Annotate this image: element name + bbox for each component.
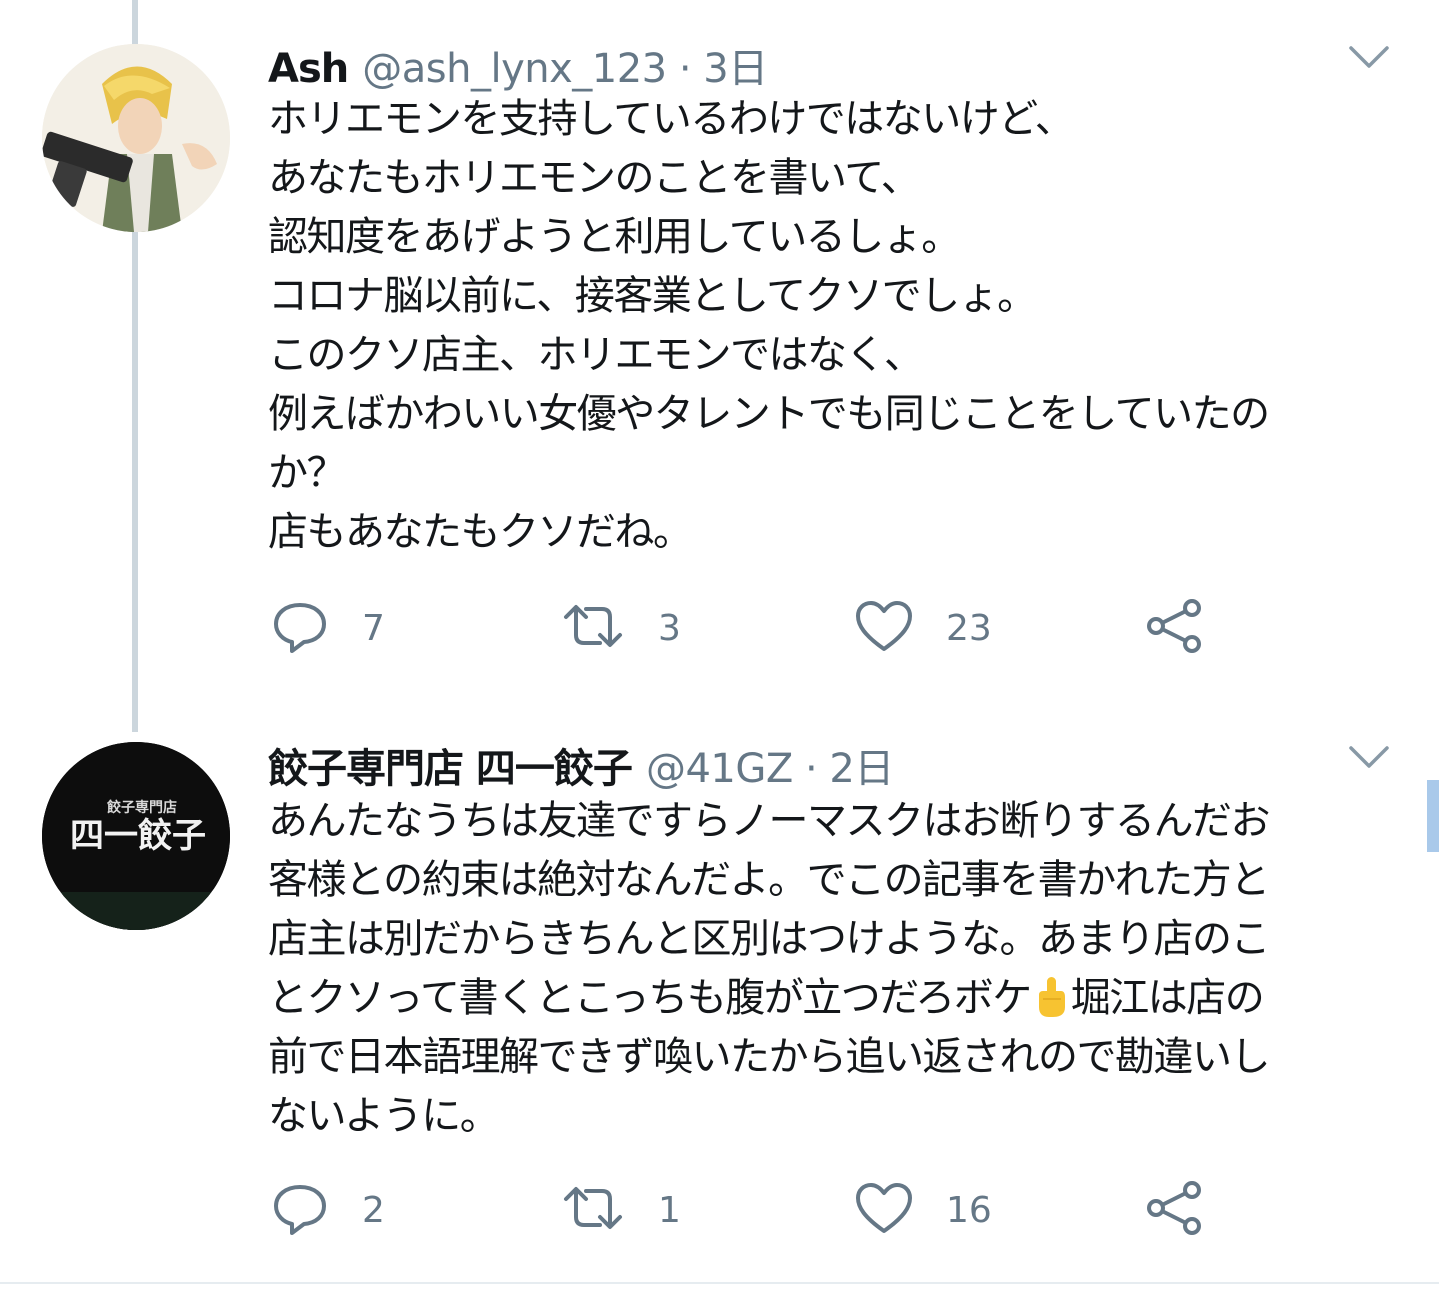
- share-button[interactable]: [1144, 1180, 1204, 1240]
- like-button[interactable]: 16: [854, 1180, 992, 1240]
- retweet-icon: [560, 601, 626, 655]
- retweet-count: 3: [658, 607, 681, 649]
- caret-down-icon[interactable]: [1347, 42, 1391, 72]
- like-count: 23: [946, 607, 992, 649]
- display-name[interactable]: 餃子専門店 四一餃子: [268, 736, 633, 794]
- avatar-anime-character-image: [42, 44, 230, 232]
- retweet-count: 1: [658, 1189, 681, 1231]
- tweet[interactable]: 餃子専門店 四一餃子 餃子専門店 四一餃子 @41GZ · 2日 あんたなうちは…: [0, 700, 1439, 1282]
- svg-text:四一餃子: 四一餃子: [70, 816, 206, 856]
- timeline-divider: [0, 1282, 1439, 1284]
- like-button[interactable]: 23: [854, 598, 992, 658]
- tweet-header: Ash @ash_lynx_123 · 3日: [268, 36, 768, 92]
- retweet-button[interactable]: 3: [560, 598, 681, 658]
- handle-and-time[interactable]: @41GZ · 2日: [646, 736, 894, 794]
- svg-text:餃子専門店: 餃子専門店: [107, 799, 177, 816]
- reply-count: 2: [362, 1189, 385, 1231]
- avatar[interactable]: [42, 44, 230, 232]
- retweet-icon: [560, 1183, 626, 1237]
- reply-icon: [270, 1181, 330, 1239]
- reply-count: 7: [362, 607, 385, 649]
- scrollbar-thumb[interactable]: [1427, 780, 1439, 852]
- share-icon: [1144, 598, 1204, 658]
- reply-button[interactable]: 2: [270, 1180, 385, 1240]
- display-name[interactable]: Ash: [268, 46, 349, 92]
- avatar-shop-logo: 餃子専門店 四一餃子: [42, 742, 230, 930]
- reply-icon: [270, 599, 330, 657]
- middle-finger-emoji: [1031, 975, 1071, 1019]
- tweet-actions: 2 1 16: [270, 1180, 1230, 1240]
- avatar[interactable]: 餃子専門店 四一餃子: [42, 742, 230, 930]
- like-count: 16: [946, 1189, 992, 1231]
- retweet-button[interactable]: 1: [560, 1180, 681, 1240]
- reply-button[interactable]: 7: [270, 598, 385, 658]
- caret-down-icon[interactable]: [1347, 742, 1391, 772]
- tweet-header: 餃子専門店 四一餃子 @41GZ · 2日: [268, 736, 894, 792]
- handle-and-time[interactable]: @ash_lynx_123 · 3日: [362, 36, 768, 94]
- tweet-text: ホリエモンを支持しているわけではないけど、 あなたもホリエモンのことを書いて、 …: [268, 96, 1270, 555]
- tweet-text: あんたなうちは友達ですらノーマスクはお断りするんだお 客様との約束は絶対なんだよ…: [268, 792, 1388, 1146]
- share-button[interactable]: [1144, 598, 1204, 658]
- tweet[interactable]: Ash @ash_lynx_123 · 3日 ホリエモンを支持しているわけではな…: [0, 0, 1439, 700]
- tweet-actions: 7 3 23: [270, 598, 1230, 658]
- like-icon: [854, 599, 914, 657]
- share-icon: [1144, 1180, 1204, 1240]
- like-icon: [854, 1181, 914, 1239]
